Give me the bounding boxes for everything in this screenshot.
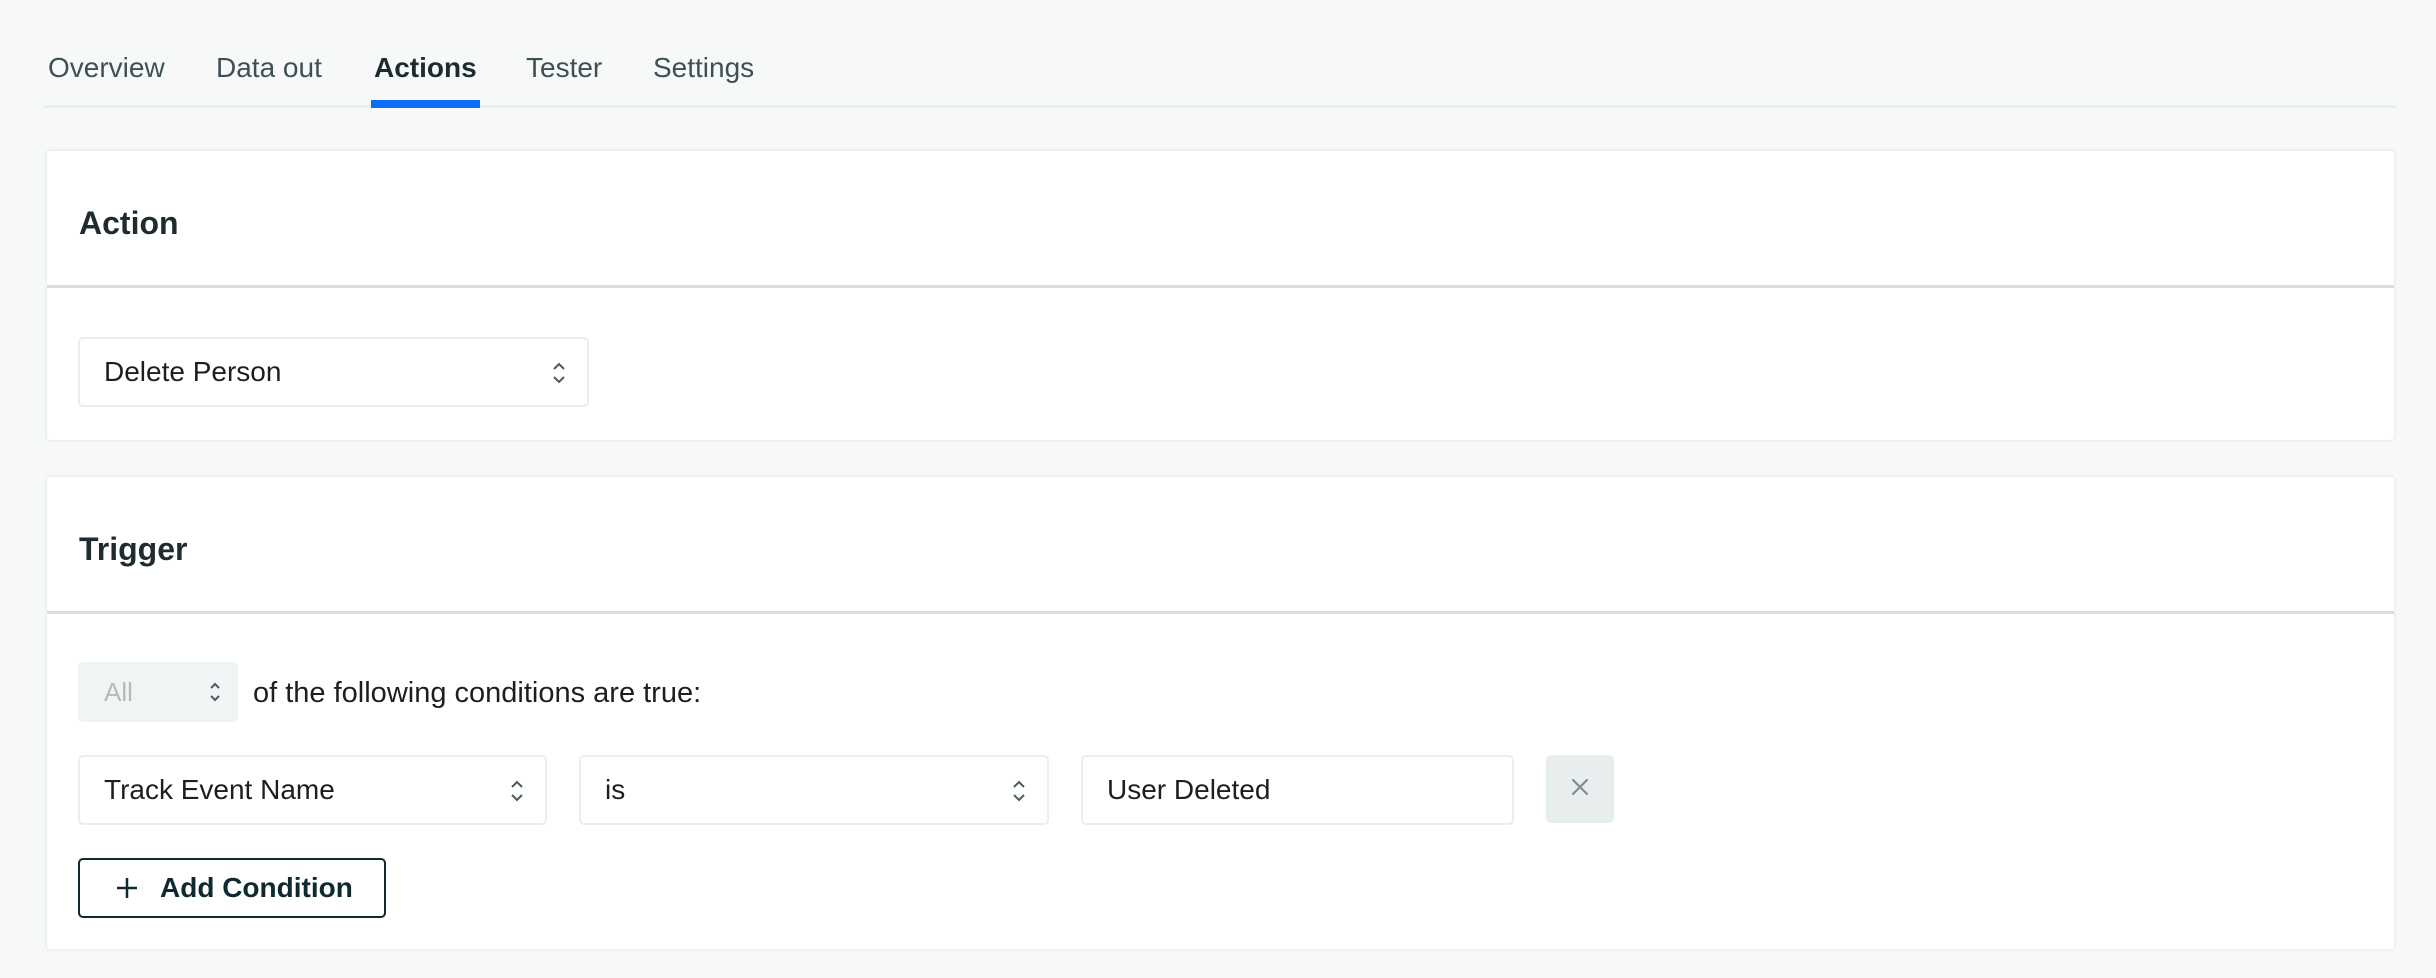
chevron-up-down-icon (552, 361, 566, 385)
tab-tester[interactable]: Tester (526, 50, 602, 108)
tab-settings[interactable]: Settings (653, 50, 754, 108)
condition-operator-value: is (605, 774, 626, 805)
conditions-description: of the following conditions are true: (253, 677, 702, 709)
condition-field-value: Track Event Name (104, 774, 335, 805)
condition-value-text: User Deleted (1107, 774, 1271, 805)
trigger-card-header: Trigger (47, 477, 2394, 614)
plus-icon (116, 877, 138, 899)
page: Overview Data out Actions Tester Setting… (0, 0, 2436, 978)
condition-operator-select[interactable]: is (579, 755, 1049, 825)
action-card-title: Action (79, 205, 179, 241)
tab-overview[interactable]: Overview (48, 50, 165, 108)
action-select-value: Delete Person (104, 356, 282, 387)
chevron-up-down-icon (510, 779, 524, 803)
chevron-up-down-icon (208, 681, 222, 705)
add-condition-button[interactable]: Add Condition (78, 858, 386, 918)
condition-field-select[interactable]: Track Event Name (78, 755, 547, 825)
add-condition-label: Add Condition (160, 872, 353, 903)
match-type-select[interactable]: All (78, 662, 238, 722)
match-type-value: All (104, 677, 133, 707)
trigger-card-title: Trigger (79, 531, 188, 567)
action-select[interactable]: Delete Person (78, 337, 589, 407)
condition-value-input[interactable]: User Deleted (1081, 755, 1514, 825)
tab-bar: Overview Data out Actions Tester Setting… (44, 0, 2396, 108)
tab-data-out[interactable]: Data out (216, 50, 322, 108)
close-icon (1570, 777, 1590, 802)
remove-condition-button[interactable] (1546, 755, 1614, 823)
chevron-up-down-icon (1012, 779, 1026, 803)
action-card-header: Action (47, 151, 2394, 288)
trigger-card: Trigger (45, 475, 2396, 951)
active-tab-indicator (371, 100, 480, 108)
